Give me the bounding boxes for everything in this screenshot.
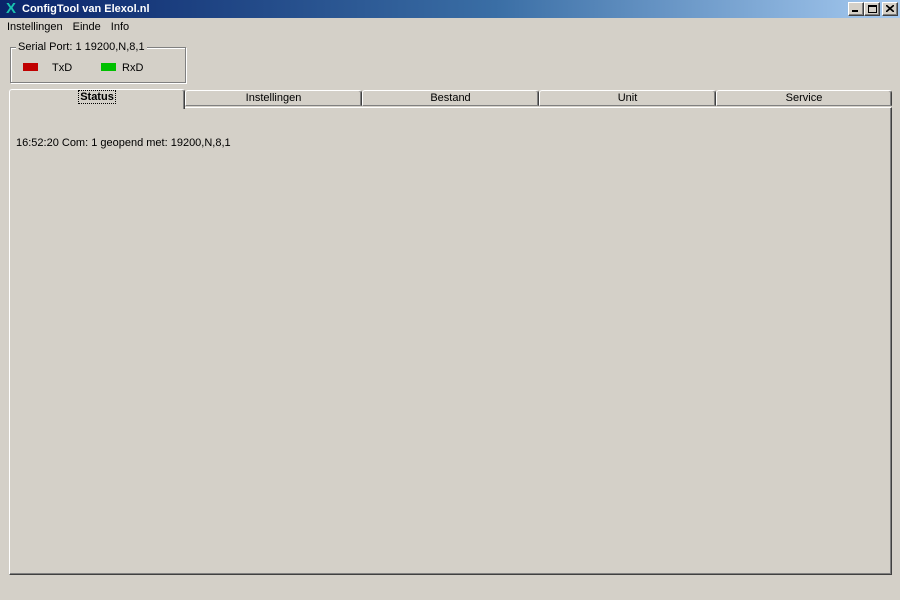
tab-bestand-label: Bestand	[430, 92, 471, 104]
caption-buttons	[848, 2, 898, 16]
tab-unit-label: Unit	[617, 92, 638, 104]
app-window: X ConfigTool van Elexol.nl Instellingen …	[0, 0, 900, 600]
menu-einde[interactable]: Einde	[68, 18, 106, 36]
rxd-led-indicator	[101, 63, 116, 71]
app-x-icon[interactable]: X	[3, 1, 19, 17]
maximize-button[interactable]	[864, 2, 880, 16]
rxd-label: RxD	[122, 62, 144, 74]
tab-instellingen-label: Instellingen	[245, 92, 302, 104]
txd-label: TxD	[52, 62, 73, 74]
tab-unit[interactable]: Unit	[539, 90, 716, 106]
serial-port-label: Serial Port: 1 19200,N,8,1	[16, 40, 147, 54]
close-icon	[886, 5, 894, 12]
menu-instellingen[interactable]: Instellingen	[2, 18, 68, 36]
tab-status[interactable]: Status	[9, 89, 185, 109]
window-title: ConfigTool van Elexol.nl	[22, 3, 150, 15]
title-bar[interactable]: X ConfigTool van Elexol.nl	[0, 0, 900, 18]
status-log-line: 16:52:20 Com: 1 geopend met: 19200,N,8,1	[16, 137, 231, 149]
tab-service[interactable]: Service	[716, 90, 892, 106]
minimize-icon	[852, 10, 858, 12]
serial-port-group: Serial Port: 1 19200,N,8,1 TxD RxD	[10, 40, 186, 83]
tab-instellingen[interactable]: Instellingen	[185, 90, 362, 106]
menu-bar: Instellingen Einde Info	[0, 18, 134, 36]
txd-led-indicator	[23, 63, 38, 71]
status-tab-panel: 16:52:20 Com: 1 geopend met: 19200,N,8,1	[9, 107, 892, 575]
minimize-button[interactable]	[848, 2, 864, 16]
tab-status-label: Status	[78, 90, 116, 104]
close-button[interactable]	[882, 2, 898, 16]
tab-bestand[interactable]: Bestand	[362, 90, 539, 106]
menu-info[interactable]: Info	[106, 18, 134, 36]
tab-service-label: Service	[785, 92, 823, 104]
maximize-icon	[868, 5, 877, 13]
